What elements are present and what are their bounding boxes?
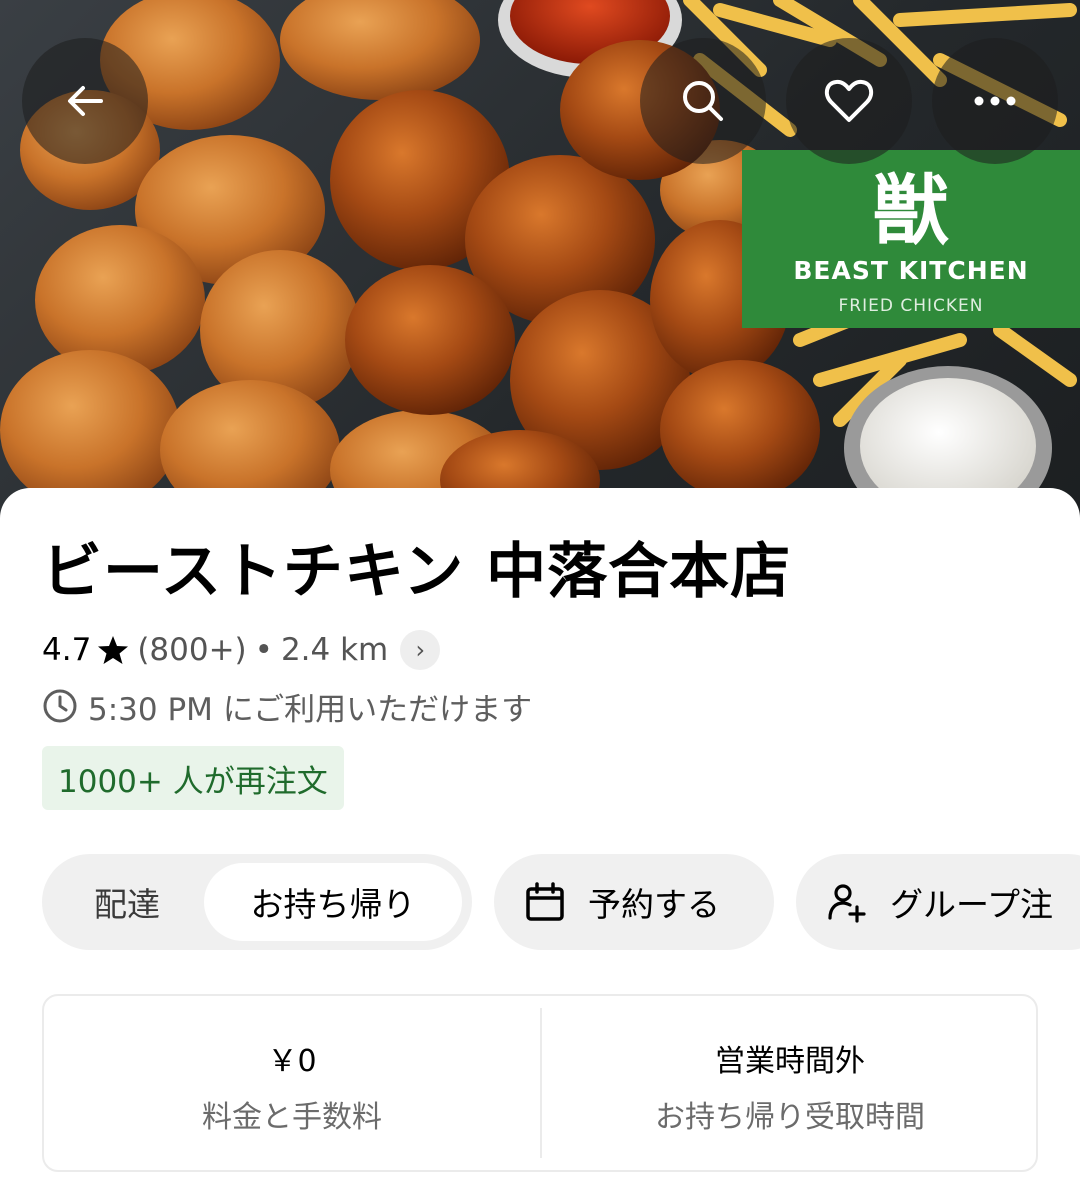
more-icon	[974, 96, 1016, 106]
search-button[interactable]	[640, 38, 766, 164]
pickup-time-section[interactable]: 営業時間外 お持ち帰り受取時間	[542, 996, 1038, 1170]
back-arrow-icon	[68, 86, 103, 116]
store-title: ビーストチキン 中落合本店	[42, 537, 792, 607]
distance: 2.4 km	[280, 632, 389, 668]
heart-icon	[824, 79, 874, 122]
availability-text: 5:30 PM にご利用いただけます	[88, 691, 533, 728]
mode-delivery-option[interactable]: 配達	[52, 863, 202, 941]
search-icon	[683, 81, 723, 121]
fees-section[interactable]: ￥0 料金と手数料	[44, 996, 540, 1170]
fee-label: 料金と手数料	[202, 1100, 382, 1135]
brand-logo: 獣 BEAST KITCHEN FRIED CHICKEN	[742, 150, 1080, 328]
reorder-badge: 1000+ 人が再注文	[42, 746, 344, 810]
order-info-card: ￥0 料金と手数料 営業時間外 お持ち帰り受取時間	[42, 994, 1038, 1172]
status-label: お持ち帰り受取時間	[655, 1100, 925, 1135]
favorite-button[interactable]	[786, 38, 912, 164]
rating-value: 4.7	[42, 632, 92, 668]
separator-dot: •	[254, 632, 273, 668]
clock-icon	[43, 689, 77, 723]
availability-row: 5:30 PM にご利用いただけます	[42, 684, 532, 728]
review-count: (800+)	[137, 632, 247, 668]
back-button[interactable]	[22, 38, 148, 164]
star-icon	[97, 635, 129, 665]
chevron-right-icon[interactable]: ›	[400, 630, 441, 670]
status-value: 営業時間外	[715, 1044, 865, 1079]
hero-image: 獣 BEAST KITCHEN FRIED CHICKEN	[0, 0, 1080, 520]
rating-row[interactable]: 4.7 (800+) • 2.4 km ›	[42, 626, 441, 674]
more-options-button[interactable]	[932, 38, 1058, 164]
brand-subtitle: FRIED CHICKEN	[838, 296, 984, 316]
reserve-button[interactable]: 予約する	[494, 854, 774, 950]
mode-pickup-option[interactable]: お持ち帰り	[204, 863, 462, 941]
store-info-sheet: ビーストチキン 中落合本店 4.7 (800+) • 2.4 km › 5:30…	[0, 488, 1080, 1180]
calendar-icon	[526, 882, 564, 921]
brand-mark: 獣	[873, 166, 949, 255]
group-order-button[interactable]: グループ注	[796, 854, 1080, 950]
add-person-icon	[828, 884, 866, 923]
fee-value: ￥0	[267, 1044, 317, 1079]
order-mode-toggle: 配達 お持ち帰り	[42, 854, 472, 950]
reserve-label: 予約する	[588, 885, 720, 924]
brand-name: BEAST KITCHEN	[793, 256, 1029, 285]
group-order-label: グループ注	[890, 885, 1054, 924]
